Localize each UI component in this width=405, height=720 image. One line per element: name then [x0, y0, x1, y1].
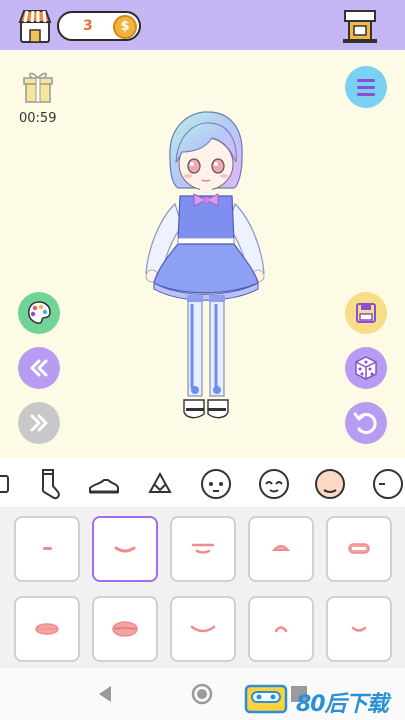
mouth-flat-icon: [43, 547, 52, 550]
mouth-grin-icon: [191, 543, 215, 554]
save-icon: [356, 303, 376, 323]
mouth-option-10[interactable]: [326, 596, 392, 662]
hat-icon[interactable]: [142, 466, 178, 502]
back-icon[interactable]: [93, 682, 117, 706]
coffee-machine-icon[interactable]: [341, 8, 379, 44]
mouth-option-7[interactable]: [92, 596, 158, 662]
category-bar: [0, 458, 405, 508]
watermark: 80后下载: [244, 682, 404, 717]
sock-icon[interactable]: [30, 466, 66, 502]
previous-button[interactable]: [18, 347, 60, 389]
menu-button[interactable]: [345, 66, 387, 108]
undo-button[interactable]: [345, 402, 387, 444]
mouth-caret-icon: [274, 626, 288, 633]
save-button[interactable]: [345, 292, 387, 334]
mouth-option-1[interactable]: [14, 516, 80, 582]
mouth-wide-smile-icon: [190, 625, 216, 633]
top-bar: 3 $: [0, 0, 405, 50]
watermark-text: 80后下载: [296, 692, 389, 717]
character-avatar[interactable]: [130, 108, 280, 438]
shoe-icon[interactable]: [86, 466, 122, 502]
character-stage: 00:59: [0, 50, 405, 458]
face-neutral-icon[interactable]: [198, 466, 234, 502]
mouth-full-lips-icon: [112, 621, 138, 637]
mouth-options-grid: [0, 508, 405, 668]
coin-icon: $: [113, 15, 137, 39]
mouth-smile-icon: [114, 546, 136, 553]
face-smile-icon[interactable]: [256, 466, 292, 502]
mouth-option-6[interactable]: [14, 596, 80, 662]
mouth-option-8[interactable]: [170, 596, 236, 662]
coin-counter[interactable]: 3 $: [57, 11, 141, 41]
double-chevron-right-icon: [30, 414, 48, 432]
mouth-option-2[interactable]: [92, 516, 158, 582]
undo-icon: [353, 412, 377, 434]
cassette-logo-icon: [244, 684, 288, 714]
palette-icon: [28, 301, 51, 324]
mouth-open-small-icon: [271, 545, 291, 551]
palette-button[interactable]: [18, 292, 60, 334]
menu-icon: [357, 79, 375, 96]
next-button[interactable]: [18, 402, 60, 444]
mouth-small-smile-icon: [351, 626, 367, 632]
partial-category-icon[interactable]: [0, 466, 12, 502]
gift-icon[interactable]: [23, 70, 53, 104]
shop-icon[interactable]: [18, 8, 52, 44]
coin-count: 3: [83, 18, 93, 34]
mouth-option-4[interactable]: [248, 516, 314, 582]
mouth-option-3[interactable]: [170, 516, 236, 582]
dice-icon: [355, 356, 377, 380]
mouth-option-9[interactable]: [248, 596, 314, 662]
mouth-lips-icon: [35, 623, 59, 635]
face-partial-icon[interactable]: [370, 466, 405, 502]
mouth-teeth-icon: [348, 543, 370, 554]
mouth-option-5[interactable]: [326, 516, 392, 582]
face-skin-icon[interactable]: [312, 466, 348, 502]
random-button[interactable]: [345, 347, 387, 389]
gift-timer: 00:59: [19, 111, 57, 126]
home-icon[interactable]: [190, 682, 214, 706]
double-chevron-left-icon: [30, 359, 48, 377]
